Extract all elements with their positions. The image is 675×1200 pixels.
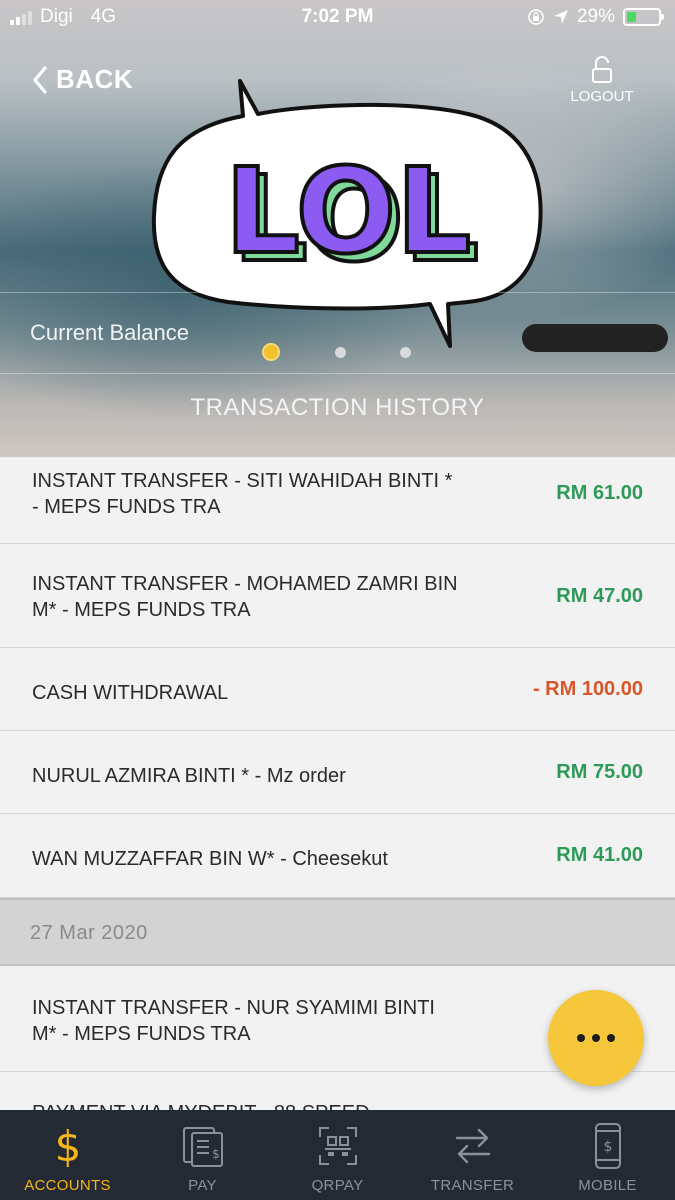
mobile-icon: $	[594, 1123, 621, 1169]
sticker-text: LOL	[225, 142, 472, 280]
transaction-amount: RM 41.00	[556, 844, 643, 866]
tab-accounts[interactable]: $ ACCOUNTS	[0, 1110, 135, 1200]
svg-text:$: $	[603, 1139, 612, 1155]
header-banner: Digi 4G 7:02 PM 29% BACK LOGOUT LOL LOL …	[0, 0, 675, 457]
battery-percent: 29%	[576, 6, 615, 27]
tab-mobile[interactable]: $ MOBILE	[540, 1110, 675, 1200]
balance-label: Current Balance	[30, 320, 189, 345]
divider	[0, 373, 675, 374]
battery-icon	[623, 8, 664, 26]
lol-sticker: LOL LOL	[151, 79, 543, 348]
transaction-row[interactable]: WAN MUZZAFFAR BIN W* - Cheesekut RM 41.0…	[0, 814, 675, 898]
page-dot[interactable]	[400, 347, 411, 358]
transaction-description: INSTANT TRANSFER - MOHAMED ZAMRI BIN M* …	[32, 573, 458, 621]
transaction-row[interactable]: NURUL AZMIRA BINTI * - Mz order RM 75.00	[0, 731, 675, 814]
unlock-icon	[592, 56, 612, 83]
more-dot	[607, 1034, 615, 1042]
transaction-description: INSTANT TRANSFER - NUR SYAMIMI BINTI M* …	[32, 997, 435, 1045]
logout-button[interactable]: LOGOUT	[567, 56, 637, 105]
section-title: TRANSACTION HISTORY	[190, 394, 485, 421]
transaction-description: NURUL AZMIRA BINTI * - Mz order	[32, 765, 346, 787]
transaction-amount: RM 75.00	[556, 761, 643, 783]
tab-bar: $ ACCOUNTS $ PAY QRPAY TRANSFER $ MOBILE	[0, 1110, 675, 1200]
tab-label: ACCOUNTS	[24, 1177, 111, 1194]
date-label: 27 Mar 2020	[30, 922, 148, 944]
transaction-amount: RM 47.00	[556, 585, 643, 607]
more-dot	[577, 1034, 585, 1042]
transfer-arrows-icon	[455, 1128, 490, 1164]
transaction-row[interactable]: INSTANT TRANSFER - MOHAMED ZAMRI BIN M* …	[0, 544, 675, 648]
tab-label: QRPAY	[311, 1177, 364, 1194]
back-label: BACK	[56, 64, 134, 94]
qr-icon	[318, 1127, 357, 1165]
svg-text:$: $	[54, 1123, 81, 1169]
transaction-amount: RM 61.00	[556, 482, 643, 504]
location-icon	[553, 10, 568, 24]
more-dot	[592, 1034, 600, 1042]
transaction-description: INSTANT TRANSFER - SITI WAHIDAH BINTI * …	[32, 470, 453, 518]
page-indicator[interactable]	[262, 343, 422, 363]
dollar-icon: $	[54, 1123, 81, 1169]
chevron-left-icon	[33, 65, 47, 94]
more-options-button[interactable]	[548, 990, 644, 1086]
page-dot-active[interactable]	[262, 343, 280, 361]
tab-label: PAY	[188, 1177, 217, 1194]
back-button[interactable]: BACK	[32, 64, 133, 95]
tab-label: TRANSFER	[430, 1177, 515, 1194]
page-dot[interactable]	[335, 347, 346, 358]
divider	[0, 292, 675, 293]
tab-transfer[interactable]: TRANSFER	[405, 1110, 540, 1200]
transaction-description: CASH WITHDRAWAL	[32, 682, 229, 704]
tab-qrpay[interactable]: QRPAY	[270, 1110, 405, 1200]
transaction-row[interactable]: INSTANT TRANSFER - SITI WAHIDAH BINTI * …	[0, 457, 675, 544]
balance-redacted	[522, 324, 668, 352]
transaction-description: WAN MUZZAFFAR BIN W* - Cheesekut	[32, 848, 388, 870]
orientation-lock-icon	[528, 9, 544, 25]
date-header: 27 Mar 2020	[0, 898, 675, 966]
status-bar: Digi 4G 7:02 PM 29%	[0, 0, 675, 36]
logout-label: LOGOUT	[570, 88, 634, 105]
transaction-row[interactable]: CASH WITHDRAWAL - RM 100.00	[0, 648, 675, 731]
transaction-amount: - RM 100.00	[532, 678, 643, 700]
transaction-description: PAYMENT VIA MYDEBIT - 88 SPEED	[32, 1100, 462, 1110]
svg-text:$: $	[212, 1147, 220, 1161]
tab-label: MOBILE	[578, 1177, 637, 1194]
bill-icon: $	[182, 1127, 223, 1167]
tab-pay[interactable]: $ PAY	[135, 1110, 270, 1200]
